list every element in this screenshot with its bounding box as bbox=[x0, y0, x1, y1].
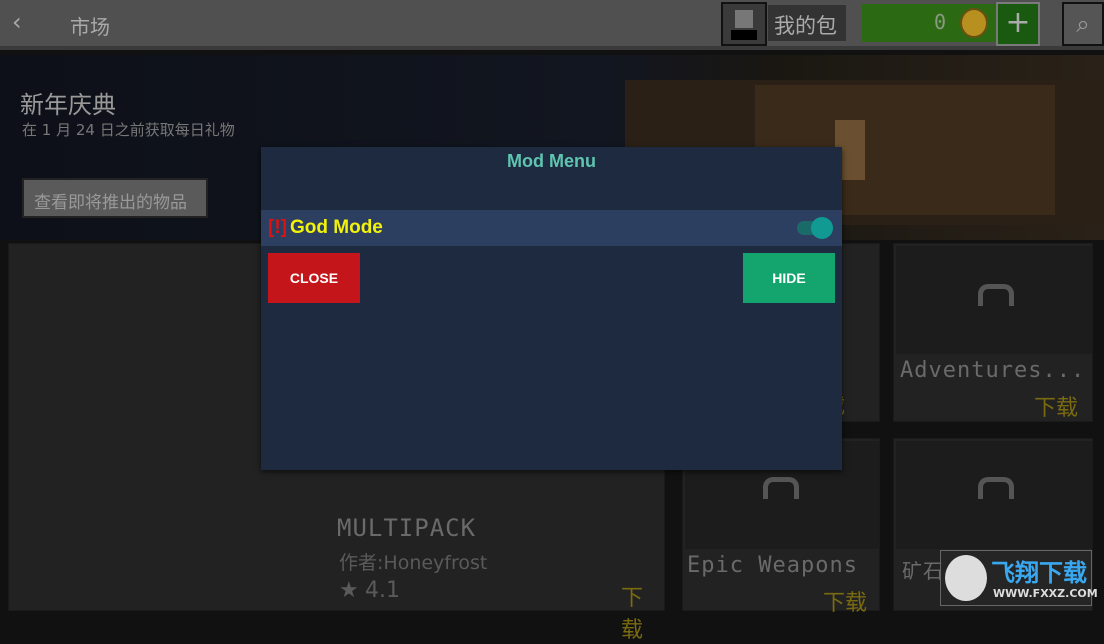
page-title: 市场 bbox=[70, 15, 110, 39]
search-icon: ⌕ bbox=[1076, 10, 1090, 38]
card-author: 作者:Honeyfrost bbox=[339, 552, 488, 574]
god-mode-row[interactable]: [!] God Mode bbox=[261, 210, 842, 246]
close-button[interactable]: CLOSE bbox=[268, 253, 360, 303]
star-icon: ★ bbox=[339, 578, 359, 603]
add-coins-button[interactable]: + bbox=[996, 2, 1040, 46]
coin-balance: 0 bbox=[862, 4, 996, 42]
god-mode-toggle[interactable] bbox=[797, 217, 833, 239]
warning-prefix: [!] bbox=[268, 217, 287, 238]
coin-icon bbox=[960, 8, 988, 38]
hide-button[interactable]: HIDE bbox=[743, 253, 835, 303]
coin-count: 0 bbox=[934, 10, 947, 34]
banner-title: 新年庆典 bbox=[20, 91, 116, 119]
plus-icon: + bbox=[1005, 5, 1031, 40]
download-label: 下载 bbox=[1034, 396, 1079, 421]
my-bag-button[interactable]: 我的包 bbox=[768, 5, 846, 41]
mod-menu-dialog: Mod Menu [!] God Mode CLOSE HIDE bbox=[261, 147, 842, 470]
profile-button[interactable] bbox=[721, 2, 767, 46]
card-title: Epic Weapons bbox=[687, 553, 858, 578]
card-title: Adventures... bbox=[900, 358, 1086, 383]
feature-label: God Mode bbox=[290, 217, 383, 238]
view-upcoming-button[interactable]: 查看即将推出的物品 bbox=[22, 178, 208, 218]
top-bar: ‹ 市场 我的包 0 + ⌕ bbox=[0, 0, 1104, 50]
chevron-left-icon[interactable]: ‹ bbox=[12, 8, 22, 36]
watermark-logo: 飞翔下载 WWW.FXXZ.COM bbox=[940, 550, 1098, 606]
card-rating: 4.1 bbox=[365, 578, 400, 603]
card-title: MULTIPACK bbox=[337, 514, 477, 542]
card-title: 矿石 bbox=[902, 559, 944, 583]
search-button[interactable]: ⌕ bbox=[1062, 2, 1104, 46]
download-label: 下载 bbox=[823, 591, 868, 616]
banner-subtitle: 在 1 月 24 日之前获取每日礼物 bbox=[22, 121, 235, 139]
store-card[interactable]: Adventures... 下载 bbox=[893, 243, 1093, 422]
download-label: 下载 bbox=[621, 586, 644, 643]
modal-title: Mod Menu bbox=[507, 151, 596, 171]
